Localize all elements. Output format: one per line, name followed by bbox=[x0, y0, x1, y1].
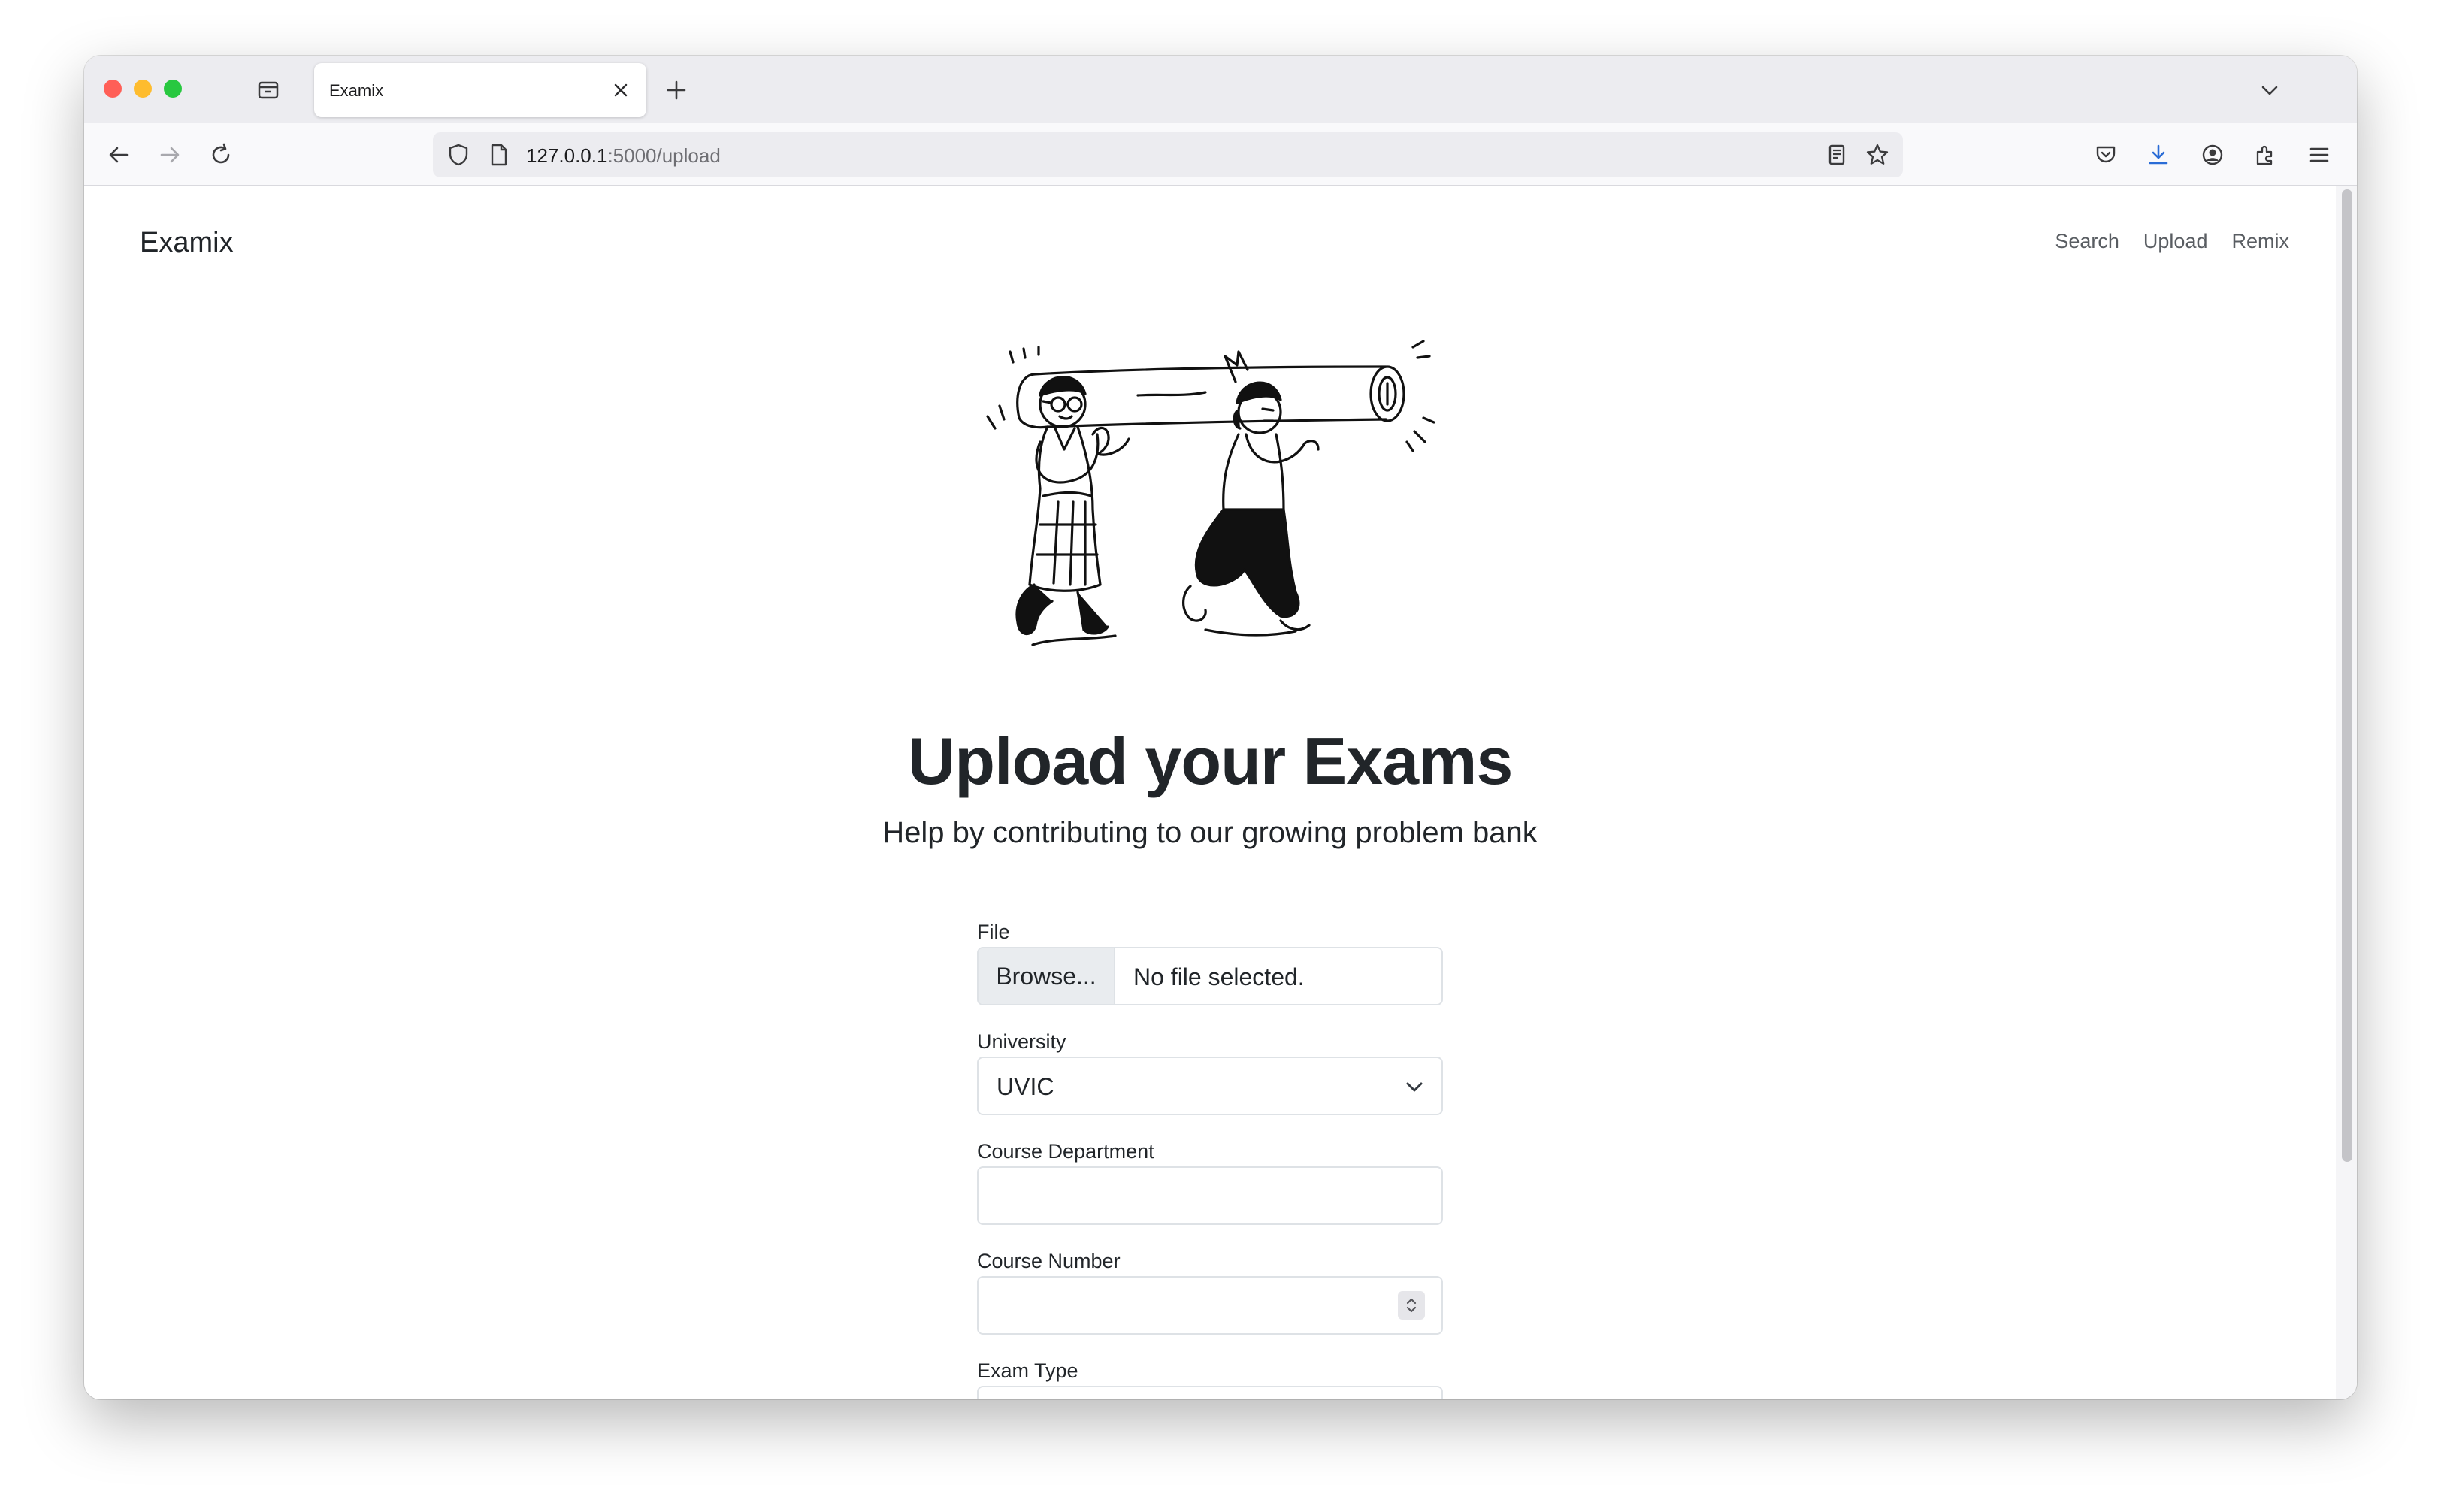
account-icon[interactable] bbox=[2196, 138, 2229, 171]
page-icon bbox=[485, 140, 513, 170]
tab-title: Examix bbox=[329, 81, 384, 100]
page-subtitle: Help by contributing to our growing prob… bbox=[882, 816, 1538, 849]
menu-icon[interactable] bbox=[2303, 138, 2336, 171]
zoom-window-button[interactable] bbox=[164, 80, 182, 98]
site-brand[interactable]: Examix bbox=[140, 227, 234, 259]
upload-form: File Browse... No file selected. Univers… bbox=[977, 917, 1443, 1399]
navigation-toolbar: 127.0.0.1:5000/upload bbox=[84, 123, 2357, 186]
reload-icon[interactable] bbox=[204, 138, 237, 171]
chevron-down-icon[interactable] bbox=[2255, 75, 2285, 105]
file-label: File bbox=[977, 921, 1010, 943]
bookmark-star-icon[interactable] bbox=[1862, 140, 1892, 170]
exam-type-select[interactable] bbox=[977, 1386, 1443, 1399]
course-number-label: Course Number bbox=[977, 1250, 1121, 1272]
browse-button[interactable]: Browse... bbox=[979, 948, 1115, 1004]
number-spinner-icon[interactable] bbox=[1398, 1291, 1425, 1320]
course-number-input[interactable] bbox=[977, 1276, 1443, 1335]
downloads-icon[interactable] bbox=[2142, 138, 2175, 171]
address-bar[interactable]: 127.0.0.1:5000/upload bbox=[433, 132, 1903, 177]
tab-overview-icon[interactable] bbox=[253, 74, 284, 105]
chevron-down-icon bbox=[1406, 1082, 1423, 1092]
shield-icon[interactable] bbox=[443, 140, 473, 170]
scrollbar-thumb[interactable] bbox=[2342, 189, 2352, 1162]
url-path: :5000/upload bbox=[607, 144, 721, 167]
file-status: No file selected. bbox=[1133, 963, 1305, 990]
exam-type-label: Exam Type bbox=[977, 1359, 1078, 1382]
close-icon[interactable] bbox=[607, 77, 634, 104]
site-nav: Search Upload Remix bbox=[2055, 230, 2289, 253]
new-tab-icon[interactable] bbox=[661, 75, 691, 105]
browser-window: Examix 127.0.0.1:5000/upload Examix Sear… bbox=[84, 56, 2357, 1399]
url-host: 127.0.0.1 bbox=[526, 144, 608, 167]
university-label: University bbox=[977, 1030, 1066, 1053]
tab-strip: Examix bbox=[84, 56, 2357, 123]
nav-link-remix[interactable]: Remix bbox=[2231, 230, 2289, 253]
page-viewport: Examix Search Upload Remix Upload your E… bbox=[84, 186, 2357, 1399]
department-label: Course Department bbox=[977, 1140, 1154, 1163]
back-arrow-icon[interactable] bbox=[102, 138, 135, 171]
page-title: Upload your Exams bbox=[907, 724, 1514, 798]
tab-examix[interactable]: Examix bbox=[314, 63, 646, 117]
close-window-button[interactable] bbox=[104, 80, 122, 98]
extensions-icon[interactable] bbox=[2249, 138, 2282, 171]
forward-arrow-icon[interactable] bbox=[153, 138, 186, 171]
university-select[interactable]: UVIC bbox=[977, 1057, 1443, 1115]
file-input[interactable]: Browse... No file selected. bbox=[977, 947, 1443, 1005]
department-input[interactable] bbox=[977, 1166, 1443, 1225]
pocket-icon[interactable] bbox=[2089, 138, 2122, 171]
hero-illustration bbox=[986, 340, 1435, 646]
nav-link-search[interactable]: Search bbox=[2055, 230, 2119, 253]
reader-view-icon[interactable] bbox=[1822, 140, 1852, 170]
minimize-window-button[interactable] bbox=[134, 80, 152, 98]
scrollbar-track[interactable] bbox=[2336, 186, 2357, 1399]
url-text: 127.0.0.1:5000/upload bbox=[526, 144, 721, 168]
nav-link-upload[interactable]: Upload bbox=[2143, 230, 2208, 253]
university-value: UVIC bbox=[997, 1073, 1054, 1100]
